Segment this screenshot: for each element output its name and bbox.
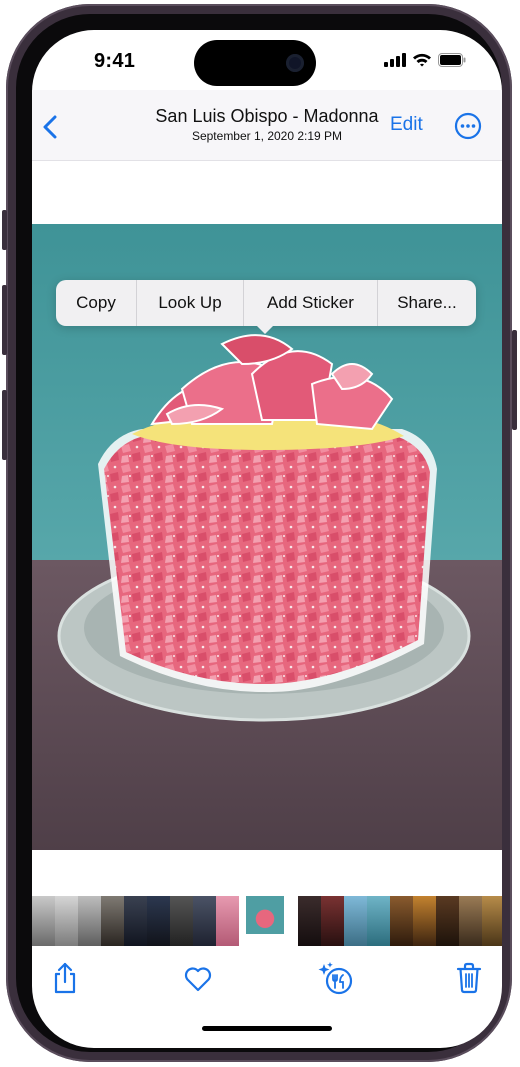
thumbnail[interactable] (101, 896, 124, 946)
thumbnail[interactable] (321, 896, 344, 946)
heart-icon[interactable] (184, 966, 212, 992)
menu-item-add-sticker[interactable]: Add Sticker (244, 280, 377, 326)
context-menu-pointer (257, 326, 273, 334)
thumbnail[interactable] (344, 896, 367, 946)
share-icon[interactable] (52, 962, 78, 994)
thumbnail-strip[interactable] (32, 896, 502, 946)
signal-icon (384, 52, 406, 67)
chevron-left-icon[interactable] (42, 114, 58, 140)
screen: 9:41 San Luis Obispo - Madonna September… (32, 30, 502, 1048)
battery-icon (438, 52, 466, 67)
menu-item-copy[interactable]: Copy (56, 280, 136, 326)
thumbnail[interactable] (216, 896, 239, 946)
thumbnail[interactable] (459, 896, 482, 946)
photo-date-subtitle: September 1, 2020 2:19 PM (191, 129, 343, 143)
menu-item-look-up[interactable]: Look Up (137, 280, 243, 326)
thumbnail-selected[interactable] (246, 896, 284, 934)
context-menu: Copy Look Up Add Sticker Share... (56, 280, 476, 326)
thumbnail[interactable] (124, 896, 147, 946)
trash-icon[interactable] (456, 962, 482, 994)
power-button (512, 330, 517, 430)
dynamic-island (194, 40, 316, 86)
menu-item-share[interactable]: Share... (378, 280, 476, 326)
thumbnail[interactable] (413, 896, 436, 946)
thumbnail[interactable] (147, 896, 170, 946)
navigation-bar: San Luis Obispo - Madonna September 1, 2… (32, 90, 502, 161)
thumbnail[interactable] (78, 896, 101, 946)
thumbnail[interactable] (436, 896, 459, 946)
bottom-toolbar (32, 956, 502, 1006)
action-button (2, 210, 7, 250)
status-time: 9:41 (94, 50, 136, 72)
thumbnail[interactable] (390, 896, 413, 946)
thumbnail[interactable] (367, 896, 390, 946)
volume-down-button (2, 390, 7, 460)
thumbnail[interactable] (32, 896, 55, 946)
front-camera (286, 54, 304, 72)
thumbnail[interactable] (298, 896, 321, 946)
thumbnail[interactable] (170, 896, 193, 946)
home-indicator[interactable] (202, 1026, 332, 1031)
thumbnail[interactable] (482, 896, 502, 946)
visual-lookup-icon[interactable] (316, 962, 356, 996)
edit-button[interactable]: Edit (390, 114, 423, 136)
thumbnail[interactable] (55, 896, 78, 946)
status-icons (384, 52, 466, 67)
ellipsis-circle-icon[interactable] (454, 112, 482, 140)
photo-location-title: San Luis Obispo - Madonna (155, 106, 379, 126)
wifi-icon (413, 53, 431, 67)
photo-title-block[interactable]: San Luis Obispo - Madonna September 1, 2… (132, 106, 402, 143)
volume-up-button (2, 285, 7, 355)
thumbnail[interactable] (193, 896, 216, 946)
